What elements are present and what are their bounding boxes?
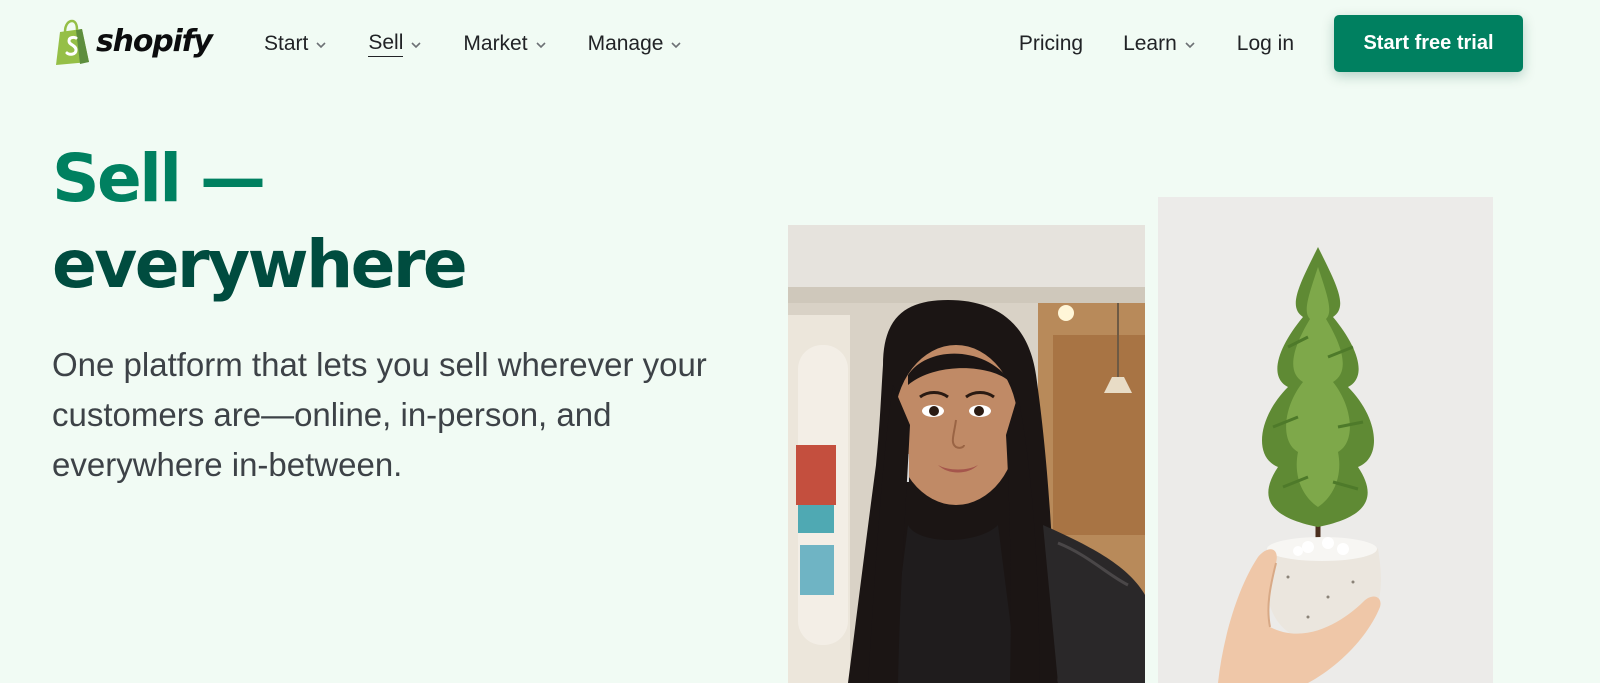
chevron-down-icon xyxy=(1185,42,1195,49)
nav-login-label: Log in xyxy=(1236,32,1294,55)
chevron-down-icon xyxy=(316,42,326,49)
nav-market-label: Market xyxy=(463,32,528,55)
nav-start-label: Start xyxy=(264,32,309,55)
hero-title-line1: Sell — xyxy=(52,140,266,217)
portrait-illustration xyxy=(788,225,1145,683)
nav-manage-label: Manage xyxy=(587,32,664,55)
shopping-bag-icon xyxy=(56,19,89,65)
nav-login[interactable]: Log in xyxy=(1237,30,1294,58)
nav-market[interactable]: Market xyxy=(463,30,547,58)
nav-start[interactable]: Start xyxy=(264,30,328,58)
nav-manage[interactable]: Manage xyxy=(588,30,684,58)
logo-wordmark: shopify xyxy=(96,23,213,59)
plant-product-image xyxy=(1158,197,1493,683)
nav-learn-label: Learn xyxy=(1123,32,1177,55)
hero-subtitle: One platform that lets you sell wherever… xyxy=(52,346,707,483)
nav-sell[interactable]: Sell xyxy=(368,30,423,58)
nav-pricing-label: Pricing xyxy=(1018,32,1084,55)
hero-title-line2: everywhere xyxy=(52,226,468,303)
plant-illustration xyxy=(1158,197,1493,683)
chevron-down-icon xyxy=(411,42,421,49)
site-header: shopify Start Sell Market Manage Pricing… xyxy=(0,0,1600,90)
nav-sell-label: Sell xyxy=(368,31,404,57)
primary-nav: Start Sell Market Manage xyxy=(264,30,723,58)
shopify-logo[interactable]: shopify xyxy=(52,19,213,65)
nav-learn[interactable]: Learn xyxy=(1123,30,1197,58)
nav-pricing[interactable]: Pricing xyxy=(1019,30,1083,58)
chevron-down-icon xyxy=(536,42,546,49)
hero-title: Sell — everywhere xyxy=(52,136,468,308)
secondary-nav: Pricing Learn Log in xyxy=(1019,30,1294,58)
merchant-portrait-image xyxy=(788,225,1145,683)
start-free-trial-button[interactable]: Start free trial xyxy=(1334,15,1523,72)
chevron-down-icon xyxy=(671,42,682,49)
